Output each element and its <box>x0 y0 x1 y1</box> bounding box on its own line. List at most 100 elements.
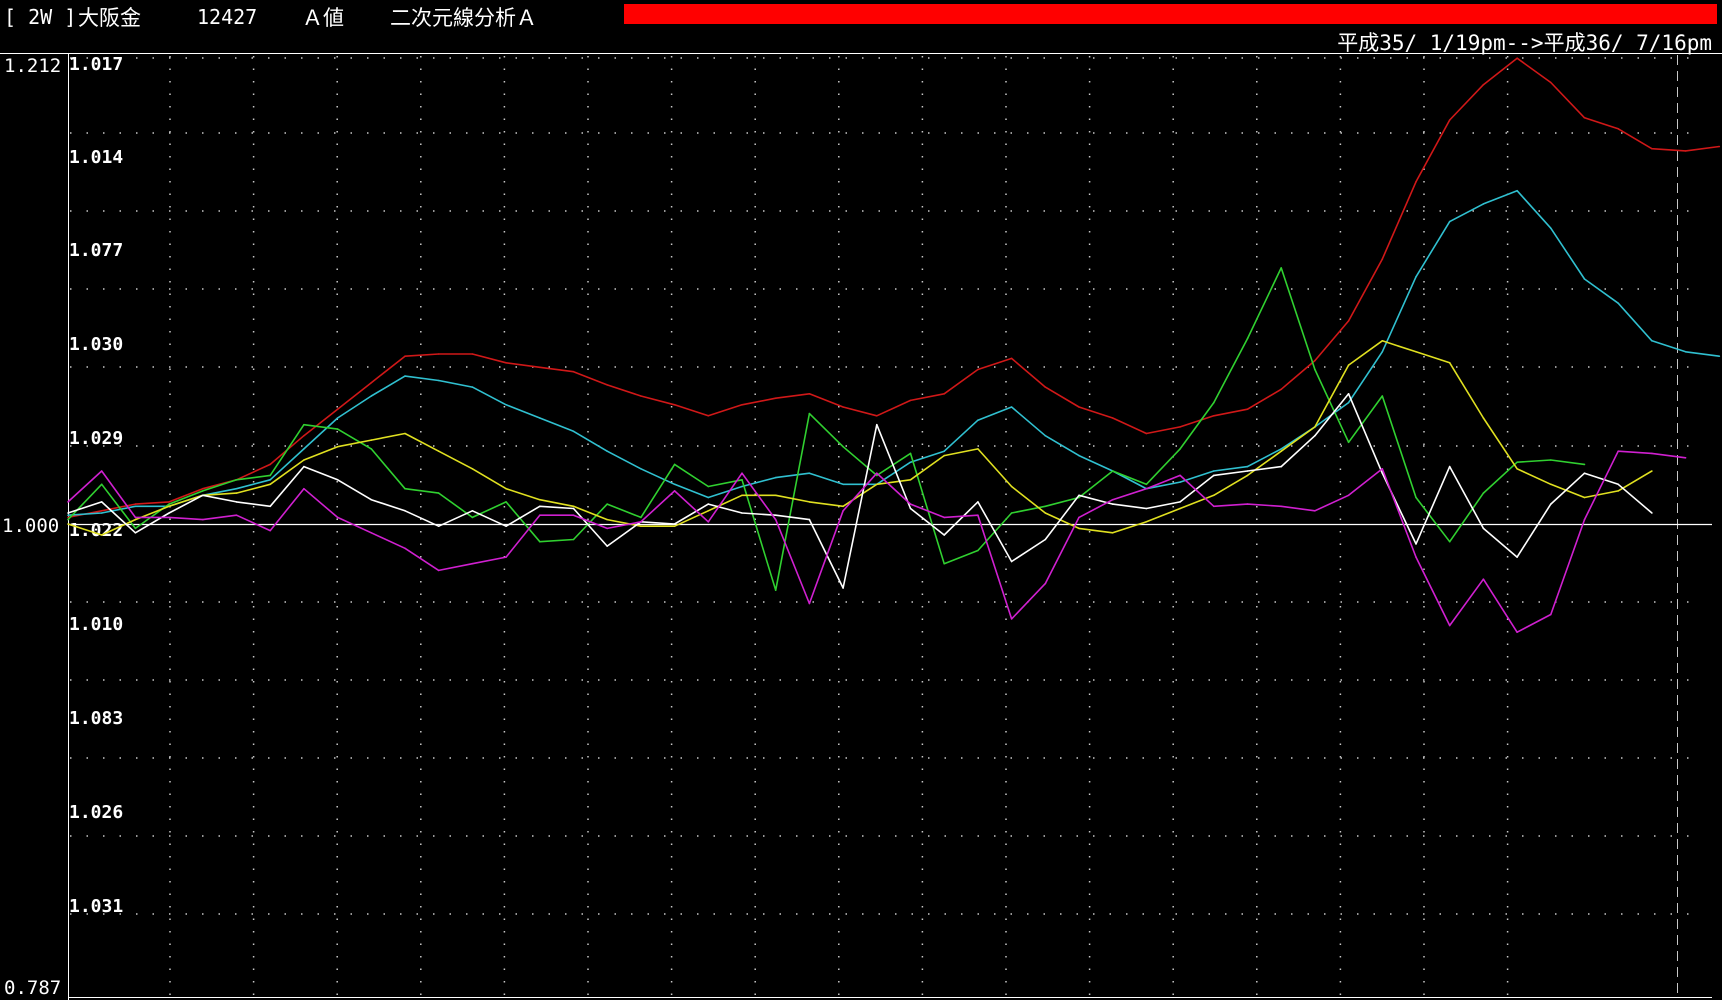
series-point <box>505 404 507 406</box>
series-point <box>539 417 541 419</box>
series-point <box>1617 483 1619 486</box>
series-point <box>1179 426 1181 428</box>
series-point <box>303 423 305 426</box>
series-point <box>1246 503 1249 505</box>
series-point <box>1583 278 1586 280</box>
series-point <box>1145 432 1148 435</box>
series-point <box>1044 512 1047 514</box>
inner-axis-label: 1.077 <box>69 240 123 261</box>
series-point <box>1010 406 1013 408</box>
series-point <box>404 547 406 550</box>
series-point <box>909 452 912 455</box>
series-point <box>1010 560 1013 563</box>
series-point <box>1314 434 1316 437</box>
series-point <box>404 355 406 358</box>
series-point <box>1314 359 1316 362</box>
series-point <box>100 510 103 512</box>
series-point <box>1145 507 1148 510</box>
series-point <box>67 518 69 521</box>
series-point <box>1213 474 1215 477</box>
series-0 <box>67 57 1721 519</box>
series-point <box>673 523 676 525</box>
series-point <box>1010 485 1013 488</box>
series-point <box>1078 527 1080 530</box>
series-point <box>336 417 339 419</box>
series-line <box>67 267 1585 592</box>
series-point <box>168 505 170 508</box>
series-point <box>673 404 676 406</box>
series-point <box>471 468 474 470</box>
series-point <box>404 375 406 377</box>
series-point <box>1078 406 1080 408</box>
series-point <box>1280 465 1282 468</box>
series-point <box>1246 408 1249 411</box>
series-point <box>640 525 642 527</box>
series-point <box>437 379 440 382</box>
series-point <box>336 428 339 430</box>
inner-axis-label: 1.022 <box>69 520 123 541</box>
series-point <box>67 501 69 503</box>
series-point <box>1381 395 1384 397</box>
series-point <box>977 549 979 552</box>
series-point <box>741 479 743 481</box>
series-point <box>370 448 373 450</box>
series-point <box>336 479 339 481</box>
series-point <box>1246 465 1249 468</box>
series-point <box>606 545 608 547</box>
series-point <box>606 384 608 386</box>
series-point <box>1550 483 1552 486</box>
series-point <box>1583 496 1586 499</box>
series-point <box>1381 351 1384 353</box>
series-point <box>1718 145 1721 148</box>
series-point <box>1651 512 1653 514</box>
series-point <box>1381 340 1384 342</box>
series-point <box>1145 483 1148 486</box>
series-point <box>1145 487 1148 490</box>
series-point <box>1482 578 1485 580</box>
series-point <box>1448 465 1451 468</box>
series-point <box>842 587 844 589</box>
series-point <box>336 408 339 411</box>
series-point <box>235 479 238 481</box>
series-point <box>1651 147 1653 150</box>
series-point <box>1381 468 1384 470</box>
series-point <box>1078 494 1080 497</box>
series-point <box>67 523 69 525</box>
series-point <box>909 399 912 402</box>
value-type-label[interactable]: Ａ値 <box>302 6 344 30</box>
series-point <box>1347 494 1350 497</box>
series-point <box>505 525 507 527</box>
series-point <box>505 487 507 490</box>
series-point <box>876 423 878 426</box>
analysis-label[interactable]: 二次元線分析Ａ <box>390 6 537 30</box>
series-point <box>1078 454 1080 457</box>
series-point <box>774 514 777 516</box>
series-point <box>100 534 103 536</box>
series-point <box>202 490 204 492</box>
series-point <box>471 516 474 519</box>
series-point <box>303 459 305 461</box>
series-point <box>336 445 339 448</box>
series-point <box>977 501 979 503</box>
series-5 <box>67 450 1687 634</box>
series-point <box>539 505 541 508</box>
series-point <box>404 487 406 490</box>
series-point <box>977 448 979 450</box>
series-point <box>303 448 305 450</box>
series-point <box>370 439 373 441</box>
series-point <box>707 415 710 417</box>
series-point <box>943 450 945 453</box>
series-point <box>673 490 676 492</box>
period-label[interactable]: [ 2W ] <box>4 5 76 29</box>
series-point <box>1145 521 1148 523</box>
series-point <box>370 381 373 384</box>
series-point <box>1516 468 1518 470</box>
series-point <box>673 525 676 527</box>
series-point <box>1482 527 1485 530</box>
series-point <box>235 501 238 503</box>
series-point <box>808 501 811 503</box>
instrument-label[interactable]: 大阪金 <box>78 6 141 30</box>
header-bar: [ 2W ] 大阪金 12427 Ａ値 二次元線分析Ａ 平成35/ 1/19pm… <box>4 4 1717 55</box>
series-point <box>202 518 204 521</box>
series-point <box>100 470 103 472</box>
